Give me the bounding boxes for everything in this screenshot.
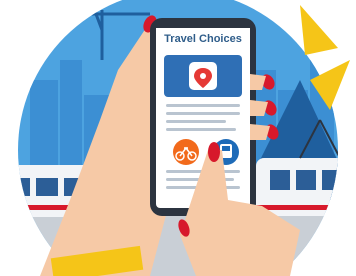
travel-choices-illustration: Travel Choices	[0, 0, 356, 276]
app-title: Travel Choices	[164, 33, 242, 45]
bicycle-icon	[173, 139, 199, 165]
yellow-accent-top	[300, 5, 338, 55]
map-pin-icon	[189, 62, 217, 90]
